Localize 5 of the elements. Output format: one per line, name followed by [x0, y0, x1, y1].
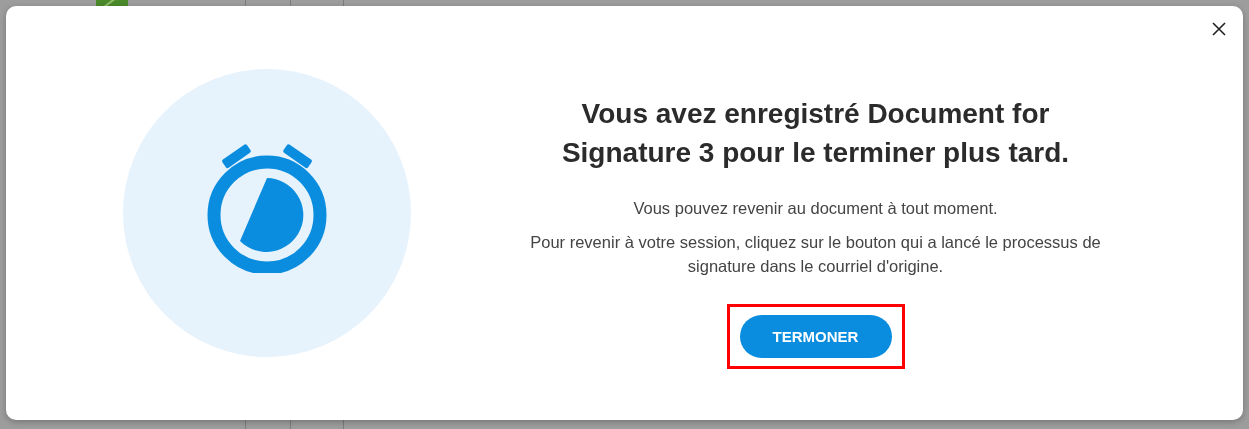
- dialog-title: Vous avez enregistré Document for Signature 3 pour le terminer plus tard.: [560, 97, 1071, 170]
- message-text: Pour revenir à votre session, cliquez sur le bouton qui a lancé le processus de signature dans le courriel d'origine.: [529, 232, 1102, 277]
- close-icon: [1211, 21, 1227, 37]
- message-text: Vous pouvez revenir au document à tout moment.: [632, 198, 999, 219]
- finish-button[interactable]: TERMONER: [739, 315, 892, 358]
